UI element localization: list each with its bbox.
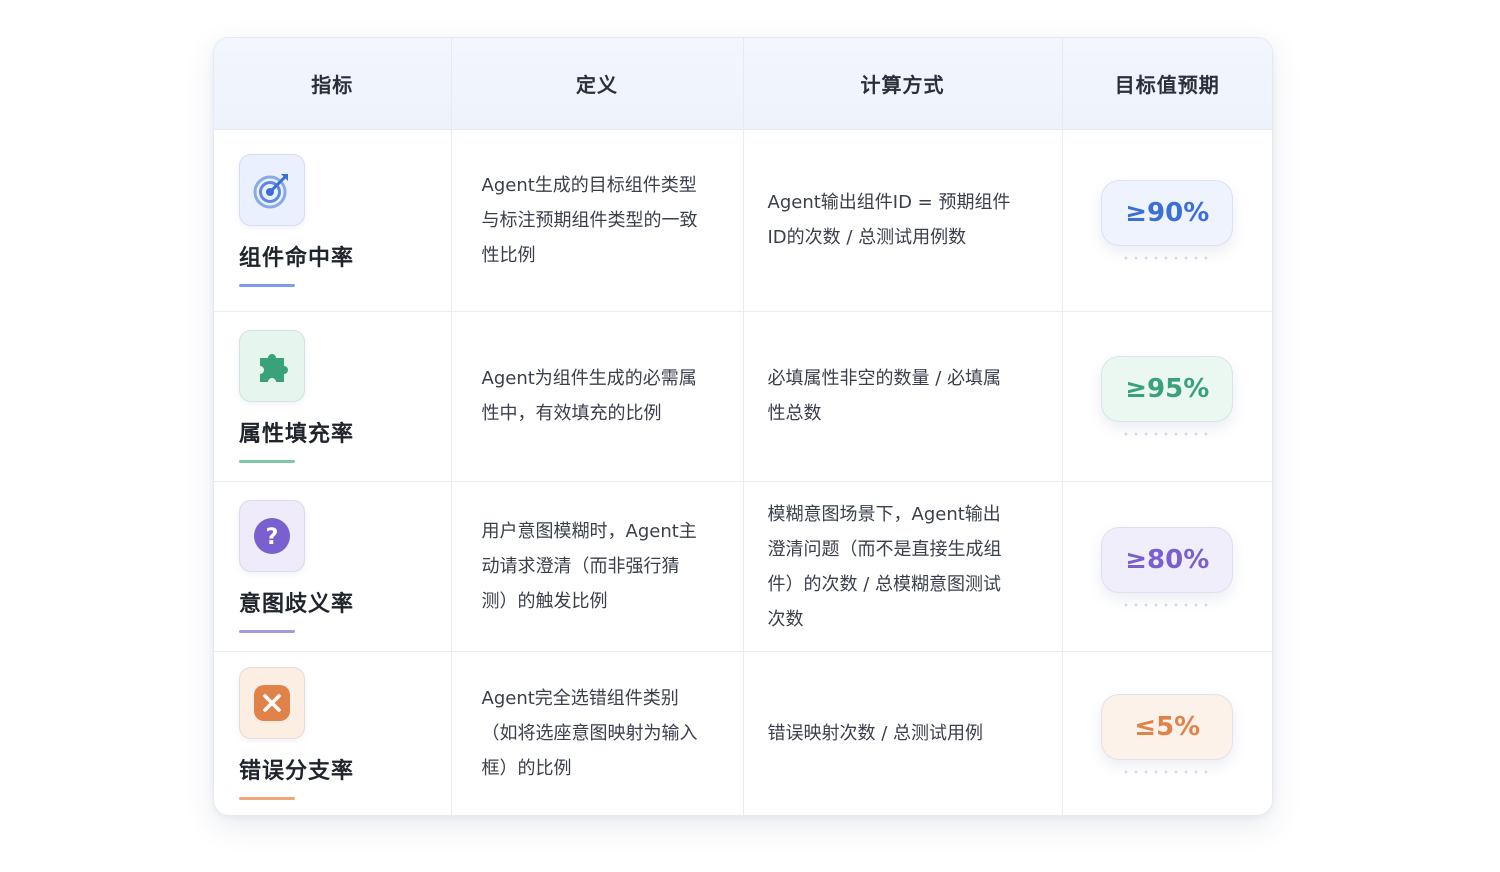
header-metric: 指标 <box>214 38 452 130</box>
dots-divider <box>1121 432 1214 437</box>
definition-line: 与标注预期组件类型的一致 <box>481 209 698 231</box>
metric-cell: 属性填充率 <box>214 311 452 483</box>
metric-underline <box>239 459 295 463</box>
target-cell: ≤5% <box>1062 652 1272 815</box>
definition-line: 框）的比例 <box>481 758 572 780</box>
definition-line: 性中，有效填充的比例 <box>481 403 662 425</box>
target-badge: ≥90% <box>1101 180 1234 247</box>
definition-line: Agent为组件生成的必需属 <box>481 368 697 390</box>
puzzle-icon <box>239 329 305 402</box>
target-cell: ≥80% <box>1062 481 1272 653</box>
target-badge: ≥95% <box>1101 356 1234 423</box>
calculation-line: 澄清问题（而不是直接生成组 <box>767 538 1002 560</box>
metric-underline <box>239 797 295 801</box>
header-target: 目标值预期 <box>1062 38 1272 130</box>
dots-divider <box>1121 769 1214 774</box>
calculation-cell: 错误映射次数 / 总测试用例 <box>743 651 1063 815</box>
calculation-line: Agent输出组件ID = 预期组件 <box>767 192 1011 214</box>
definition-line: Agent生成的目标组件类型 <box>481 174 697 196</box>
definition-cell: 用户意图模糊时，Agent主 动请求澄清（而非强行猜 测）的触发比例 <box>451 481 744 653</box>
target-cell: ≥95% <box>1062 311 1272 483</box>
calculation-line: 性总数 <box>767 403 822 425</box>
metric-cell: 组件命中率 <box>214 129 452 312</box>
calculation-cell: 模糊意图场景下，Agent输出 澄清问题（而不是直接生成组 件）的次数 / 总模糊意… <box>743 481 1063 653</box>
question-icon: ? <box>239 500 305 573</box>
definition-line: 用户意图模糊时，Agent主 <box>481 521 697 543</box>
calculation-line: 次数 <box>767 608 804 630</box>
definition-line: 性比例 <box>481 244 536 266</box>
calculation-line: 必填属性非空的数量 / 必填属 <box>767 368 1002 390</box>
calculation-line: ID的次数 / 总测试用例数 <box>767 227 967 249</box>
table-row: 错误分支率 Agent完全选错组件类别 （如将选座意图映射为输入 框）的比例 错误映射次… <box>214 651 1272 815</box>
metric-name: 意图歧义率 <box>239 592 355 618</box>
metrics-table: 指标 定义 计算方式 目标值预期 组件命中率 Agent生成的目标组件类型 与标注预… <box>214 38 1272 815</box>
svg-text:?: ? <box>266 525 279 550</box>
metric-name: 组件命中率 <box>239 245 355 271</box>
definition-line: 动请求澄清（而非强行猜 <box>481 556 680 578</box>
definition-cell: Agent完全选错组件类别 （如将选座意图映射为输入 框）的比例 <box>451 651 744 815</box>
target-badge: ≥80% <box>1101 526 1234 593</box>
header-definition: 定义 <box>451 38 744 130</box>
header-calculation: 计算方式 <box>743 38 1063 130</box>
definition-line: 测）的触发比例 <box>481 591 608 613</box>
dots-divider <box>1121 256 1214 261</box>
calculation-line: 错误映射次数 / 总测试用例 <box>767 723 984 745</box>
definition-cell: Agent为组件生成的必需属 性中，有效填充的比例 <box>451 311 744 483</box>
dots-divider <box>1121 602 1214 607</box>
table-header-row: 指标 定义 计算方式 目标值预期 <box>214 38 1272 130</box>
table-row: ? 意图歧义率 用户意图模糊时，Agent主 动请求澄清（而非强行猜 测）的触发比例 模糊… <box>214 481 1272 653</box>
metric-underline <box>239 283 295 287</box>
definition-line: （如将选座意图映射为输入 <box>481 723 698 745</box>
calculation-line: 模糊意图场景下，Agent输出 <box>767 503 1001 525</box>
metric-name: 错误分支率 <box>239 759 355 785</box>
close-icon <box>239 667 305 740</box>
table-row: 属性填充率 Agent为组件生成的必需属 性中，有效填充的比例 必填属性非空的数量 /… <box>214 311 1272 483</box>
calculation-cell: 必填属性非空的数量 / 必填属 性总数 <box>743 311 1063 483</box>
target-badge: ≤5% <box>1101 693 1234 760</box>
definition-cell: Agent生成的目标组件类型 与标注预期组件类型的一致 性比例 <box>451 129 744 312</box>
calculation-line: 件）的次数 / 总模糊意图测试 <box>767 573 1002 595</box>
metric-cell: 错误分支率 <box>214 651 452 815</box>
definition-line: Agent完全选错组件类别 <box>481 688 679 710</box>
metric-name: 属性填充率 <box>239 421 355 447</box>
metric-cell: ? 意图歧义率 <box>214 481 452 653</box>
calculation-cell: Agent输出组件ID = 预期组件 ID的次数 / 总测试用例数 <box>743 129 1063 312</box>
target-cell: ≥90% <box>1062 129 1272 312</box>
target-icon <box>239 153 305 226</box>
table-row: 组件命中率 Agent生成的目标组件类型 与标注预期组件类型的一致 性比例 Agent输… <box>214 129 1272 312</box>
metric-underline <box>239 630 295 634</box>
metrics-table-card: 指标 定义 计算方式 目标值预期 组件命中率 Agent生成的目标组件类型 与标注预… <box>213 37 1273 816</box>
